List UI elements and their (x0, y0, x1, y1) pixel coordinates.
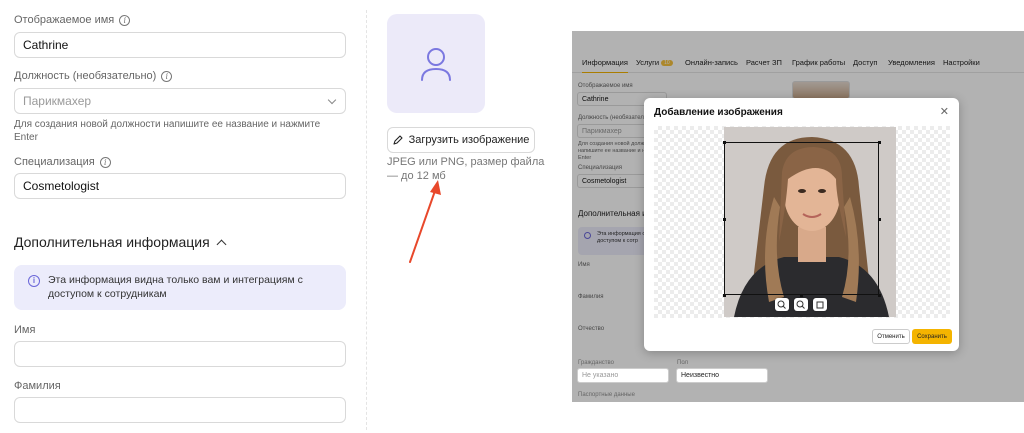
position-select[interactable]: Парикмахер (14, 88, 346, 114)
extra-info-toggle[interactable]: Дополнительная информация (14, 234, 227, 250)
s-citizenship-select[interactable]: Не указано (577, 368, 669, 383)
upload-image-button[interactable]: Загрузить изображение (387, 127, 535, 153)
cancel-button[interactable]: Отменить (872, 329, 910, 344)
crop-handle[interactable] (723, 141, 726, 144)
info-banner: i Эта информация видна только вам и инте… (14, 265, 346, 310)
modal-title: Добавление изображения (654, 107, 783, 118)
info-icon[interactable]: i (99, 156, 111, 168)
last-name-input[interactable] (14, 397, 346, 423)
info-icon: i (28, 275, 40, 287)
position-value: Парикмахер (23, 94, 92, 108)
position-label: Должность (необязательно) i (14, 70, 173, 82)
info-icon[interactable]: i (119, 14, 131, 26)
divider (366, 10, 367, 430)
s-citizenship-label: Гражданство (578, 360, 614, 366)
s-gender-label: Пол (677, 360, 689, 366)
crop-frame[interactable] (724, 142, 879, 295)
chevron-down-icon (327, 95, 337, 105)
reference-screenshot: Информация Услуги 10 Онлайн-запись Расчет… (572, 31, 1024, 402)
crop-handle[interactable] (800, 294, 803, 297)
save-button[interactable]: Сохранить (912, 329, 952, 344)
info-banner-text: Эта информация видна только вам и интегр… (48, 274, 303, 300)
last-name-label: Фамилия (14, 380, 61, 392)
image-crop-area[interactable] (654, 126, 950, 318)
chevron-up-icon (216, 239, 227, 249)
display-name-label: Отображаемое имя i (14, 14, 131, 26)
crop-handle[interactable] (723, 218, 726, 221)
crop-handle[interactable] (878, 294, 881, 297)
employee-form: Отображаемое имя i Cathrine Должность (не… (0, 0, 360, 433)
specialization-label: Специализация i (14, 156, 111, 168)
info-icon[interactable]: i (161, 70, 173, 82)
first-name-label: Имя (14, 324, 36, 336)
add-image-modal: Добавление изображения ✕ Отменить Сохран… (644, 98, 959, 351)
s-passport-label: Паспортные данные (578, 392, 635, 398)
section-title: Дополнительная информация (14, 234, 210, 250)
user-icon (421, 48, 451, 81)
specialization-input[interactable]: Cosmetologist (14, 173, 346, 199)
zoom-in-icon[interactable] (775, 298, 789, 311)
first-name-input[interactable] (14, 341, 346, 367)
rotate-icon[interactable] (813, 298, 827, 311)
crop-handle[interactable] (878, 141, 881, 144)
zoom-out-icon[interactable] (794, 298, 808, 311)
arrow-annotation (409, 180, 441, 263)
position-hint: Для создания новой должности напишите ее… (14, 119, 321, 143)
upload-button-label: Загрузить изображение (408, 134, 530, 146)
crop-handle[interactable] (723, 294, 726, 297)
pencil-icon (393, 135, 403, 145)
s-gender-select[interactable]: Неизвестно (676, 368, 768, 383)
close-icon[interactable]: ✕ (940, 105, 949, 118)
display-name-input[interactable]: Cathrine (14, 32, 346, 58)
crop-handle[interactable] (878, 218, 881, 221)
avatar-placeholder[interactable] (387, 14, 485, 113)
